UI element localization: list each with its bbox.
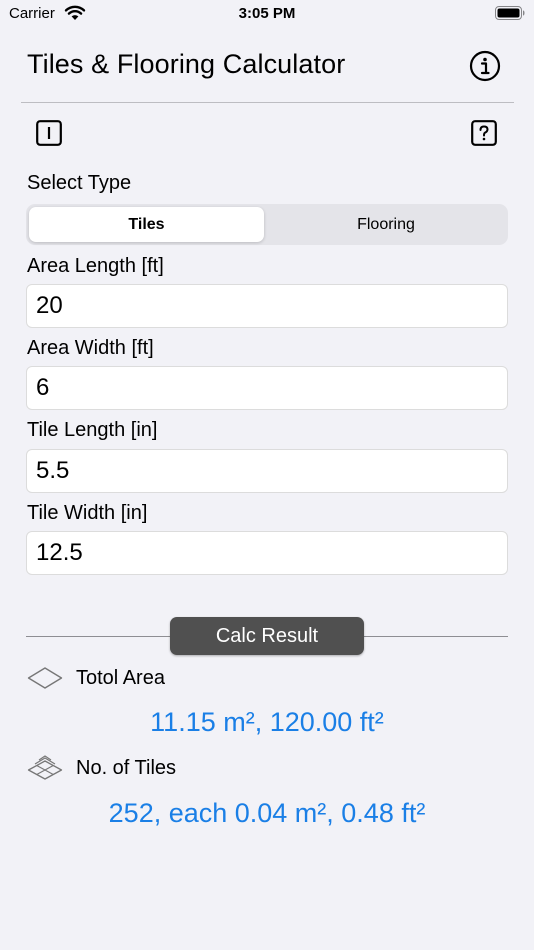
tiles-count-value: 252, each 0.04 m², 0.48 ft² (108, 798, 426, 828)
tiles-count-label: No. of Tiles (76, 757, 177, 779)
status-time: 3:05 PM (238, 5, 296, 22)
page-title: Tiles & Flooring Calculator (27, 49, 346, 79)
instructions-icon[interactable] (36, 120, 62, 146)
area-length-label: Area Length [ft] (27, 255, 164, 277)
tile-length-field (26, 449, 508, 493)
result-divider-right (364, 636, 508, 637)
tile-width-field (26, 531, 508, 575)
info-icon[interactable] (469, 50, 501, 82)
header-divider (21, 102, 514, 103)
tile-length-input[interactable] (36, 450, 496, 492)
area-width-field (26, 366, 508, 410)
calc-result-button[interactable]: Calc Result (170, 617, 364, 655)
area-length-input[interactable] (36, 285, 496, 327)
help-icon[interactable] (471, 120, 497, 146)
tile-length-label: Tile Length [in] (27, 419, 158, 441)
select-type-label: Select Type (27, 172, 132, 194)
result-divider-left (26, 636, 170, 637)
type-segmented-control: Tiles Flooring (26, 204, 508, 245)
tile-width-label: Tile Width [in] (27, 502, 148, 524)
tiles-stack-icon (27, 755, 63, 780)
tile-width-input[interactable] (36, 532, 496, 574)
area-width-input[interactable] (36, 367, 496, 409)
total-area-value: 11.15 m², 120.00 ft² (150, 707, 384, 737)
battery-icon (495, 6, 525, 20)
segment-tiles[interactable]: Tiles (29, 207, 264, 242)
status-bar: Carrier 3:05 PM (0, 0, 534, 30)
area-length-field (26, 284, 508, 328)
area-width-label: Area Width [ft] (27, 337, 154, 359)
area-diamond-icon (27, 667, 63, 689)
total-area-label: Totol Area (76, 667, 165, 689)
segment-flooring[interactable]: Flooring (267, 207, 505, 242)
